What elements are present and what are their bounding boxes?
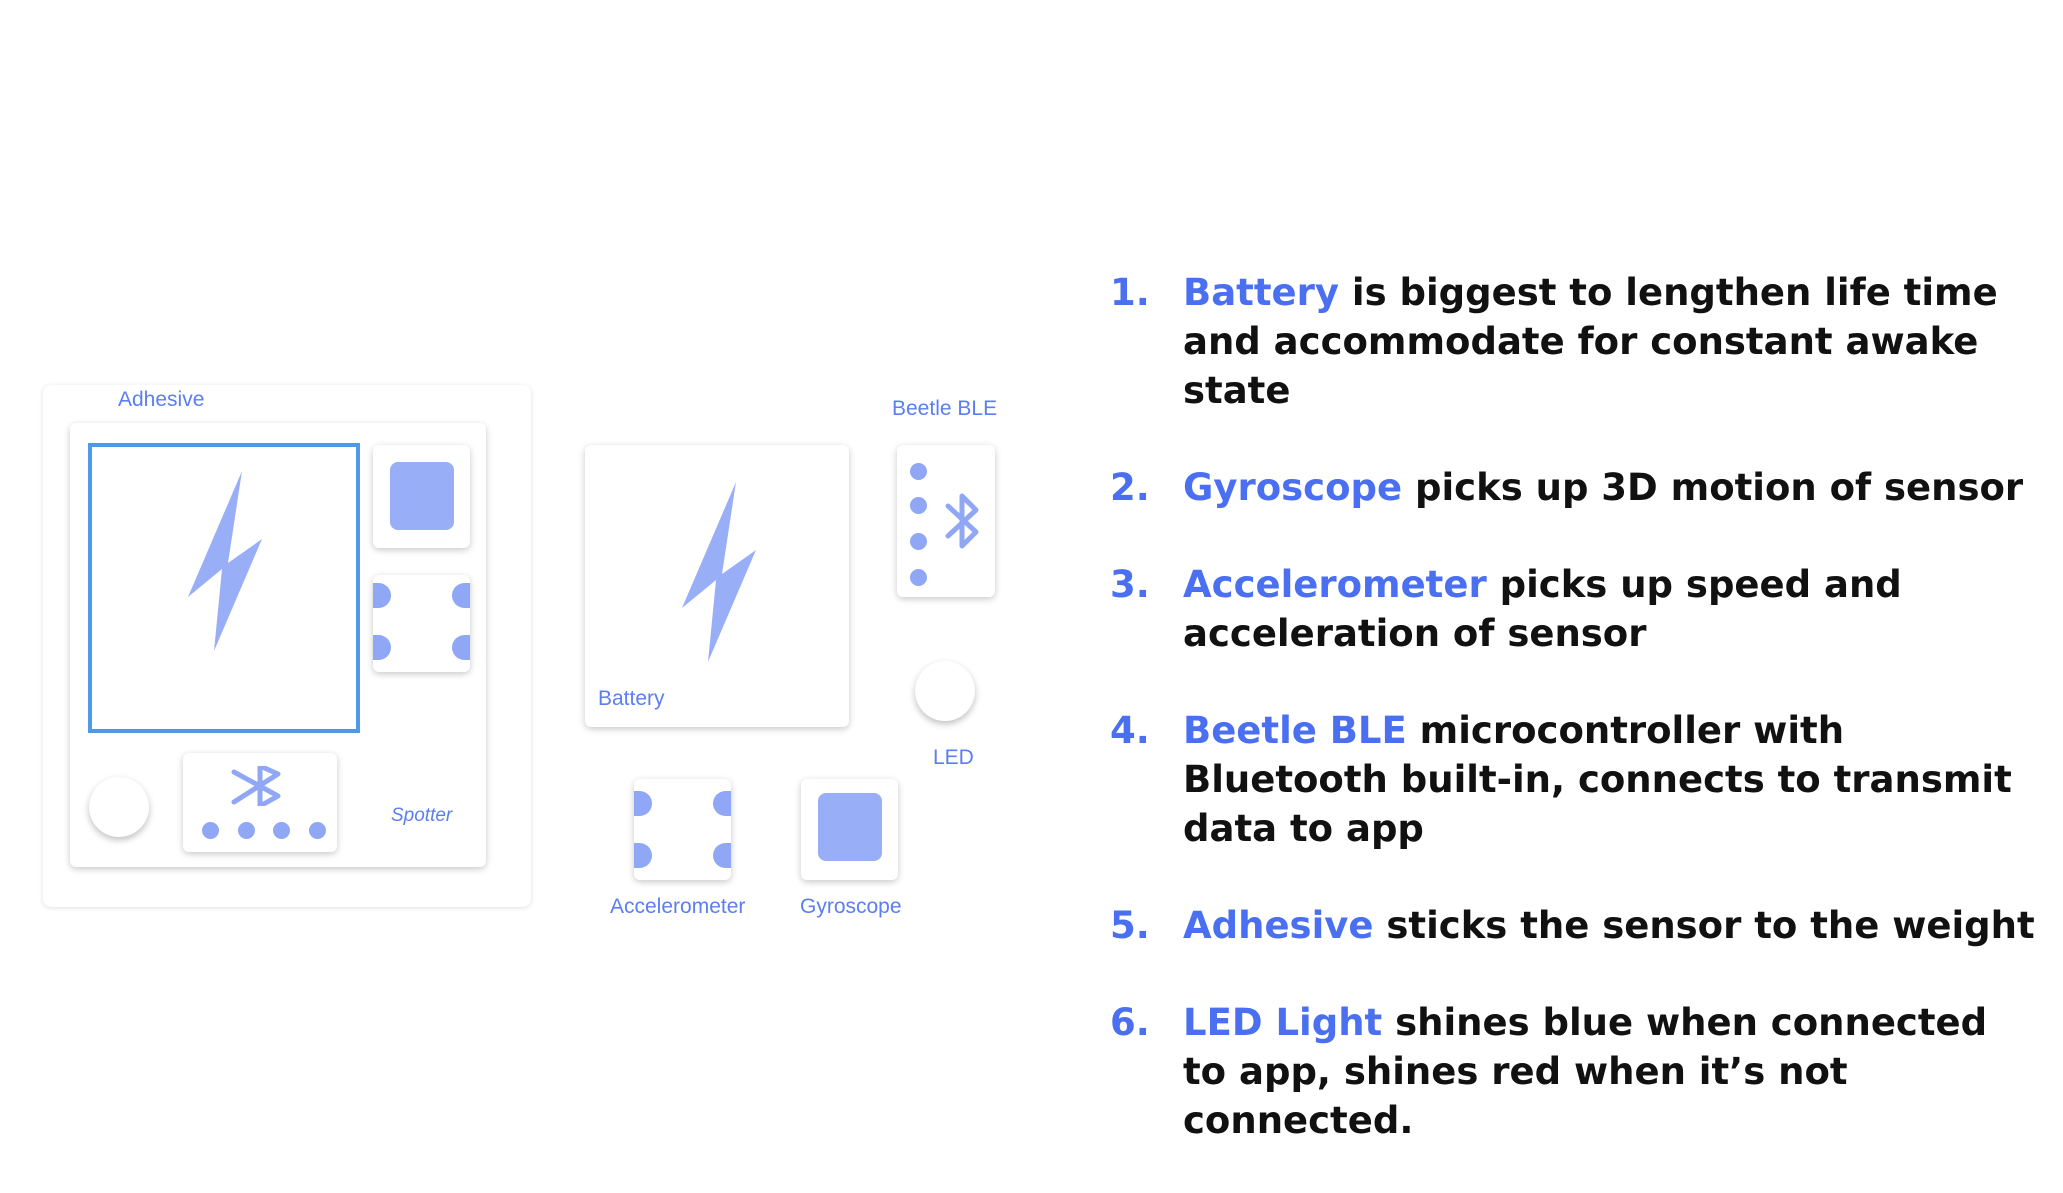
list-keyword: Beetle BLE (1183, 709, 1407, 752)
beetle-pin (910, 533, 927, 550)
list-number: 5. (1110, 904, 1150, 947)
gyroscope-label: Gyroscope (800, 895, 902, 918)
led-component (915, 661, 975, 721)
list-number: 4. (1110, 709, 1150, 752)
bluetooth-icon (231, 766, 281, 806)
beetle-pin (273, 822, 290, 839)
accelerometer-pin (452, 583, 470, 608)
list-keyword: Battery (1183, 271, 1340, 314)
accelerometer-label: Accelerometer (610, 895, 746, 918)
list-item: 2. Gyroscope picks up 3D motion of senso… (1110, 463, 2040, 512)
list-number: 6. (1110, 1001, 1150, 1044)
component-list: 1. Battery is biggest to lengthen life t… (1110, 268, 2040, 1193)
beetle-pin (910, 497, 927, 514)
battery-label: Battery (598, 687, 665, 710)
beetle-pin (202, 822, 219, 839)
assembled-led (89, 777, 149, 837)
list-keyword: LED Light (1183, 1001, 1383, 1044)
accelerometer-pin (452, 635, 470, 660)
lightning-bolt-icon (682, 482, 756, 662)
list-item: 3. Accelerometer picks up speed and acce… (1110, 560, 2040, 658)
list-description: sticks the sensor to the weight (1373, 904, 2035, 947)
gyroscope-chip (390, 462, 454, 530)
list-keyword: Gyroscope (1183, 466, 1403, 509)
list-number: 1. (1110, 271, 1150, 314)
list-item: 4. Beetle BLE microcontroller with Bluet… (1110, 706, 2040, 853)
bluetooth-icon (945, 493, 979, 549)
list-number: 3. (1110, 563, 1150, 606)
list-number: 2. (1110, 466, 1150, 509)
beetle-pin (309, 822, 326, 839)
accelerometer-pin (713, 791, 731, 816)
list-keyword: Accelerometer (1183, 563, 1487, 606)
list-item: 5. Adhesive sticks the sensor to the wei… (1110, 901, 2040, 950)
led-label: LED (933, 746, 974, 769)
beetle-pin (910, 463, 927, 480)
list-keyword: Adhesive (1183, 904, 1374, 947)
gyroscope-chip (818, 793, 882, 861)
lightning-bolt-icon (188, 471, 262, 651)
list-item: 1. Battery is biggest to lengthen life t… (1110, 268, 2040, 415)
list-description: picks up 3D motion of sensor (1402, 466, 2024, 509)
beetle-pin (238, 822, 255, 839)
list-item: 6. LED Light shines blue when connected … (1110, 998, 2040, 1145)
adhesive-label: Adhesive (118, 388, 205, 411)
beetle-ble-label: Beetle BLE (892, 397, 998, 420)
accelerometer-pin (713, 843, 731, 868)
spotter-label: Spotter (391, 805, 453, 826)
beetle-pin (910, 569, 927, 586)
